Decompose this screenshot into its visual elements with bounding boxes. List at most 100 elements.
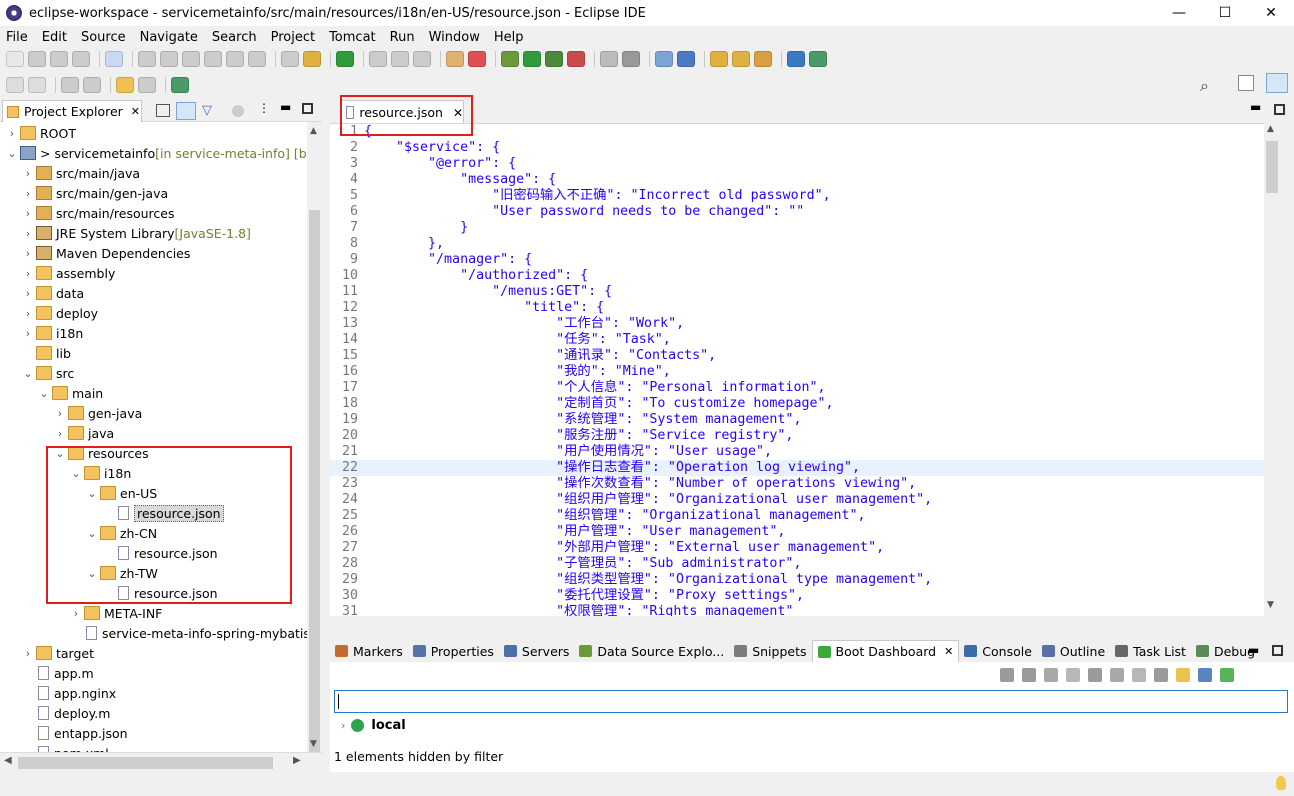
tree-item[interactable]: › ROOT bbox=[0, 123, 306, 143]
tree-item[interactable]: deploy.m bbox=[0, 703, 306, 723]
toolbar-new-icon[interactable] bbox=[6, 51, 24, 67]
menu-navigate[interactable]: Navigate bbox=[133, 30, 205, 45]
minimize-view-icon[interactable]: ▬ bbox=[280, 100, 291, 114]
open-perspective-icon[interactable] bbox=[1238, 75, 1254, 91]
tree-item[interactable]: › gen-java bbox=[0, 403, 306, 423]
dashboard-action-9-icon[interactable] bbox=[1198, 668, 1212, 682]
toolbar-nav-6-icon[interactable] bbox=[116, 77, 134, 93]
maximize-panel-icon[interactable] bbox=[1272, 645, 1283, 656]
toolbar-print-icon[interactable] bbox=[72, 51, 90, 67]
tree-item[interactable]: ⌄ main bbox=[0, 383, 306, 403]
expand-icon[interactable]: › bbox=[22, 307, 34, 320]
code-editor[interactable]: 1{2 "$service": {3 "@error": {4 "message… bbox=[330, 123, 1264, 616]
menu-source[interactable]: Source bbox=[74, 30, 133, 45]
filter-icon[interactable]: ▽ bbox=[202, 103, 212, 118]
tree-item[interactable]: ⌄ src bbox=[0, 363, 306, 383]
tree-item[interactable]: › deploy bbox=[0, 303, 306, 323]
dashboard-action-5-icon[interactable] bbox=[1110, 668, 1124, 682]
collapse-icon[interactable]: ⌄ bbox=[22, 367, 34, 380]
menu-run[interactable]: Run bbox=[383, 30, 422, 45]
toolbar-m-icon[interactable] bbox=[468, 51, 486, 67]
scroll-down-icon[interactable]: ▼ bbox=[1267, 600, 1274, 610]
tip-lightbulb-icon[interactable] bbox=[1276, 776, 1286, 790]
boot-local-node[interactable]: › local bbox=[341, 718, 406, 733]
toolbar-b-icon[interactable] bbox=[160, 51, 178, 67]
scroll-right-icon[interactable]: ▶ bbox=[293, 755, 301, 766]
toolbar-new-class-icon[interactable] bbox=[677, 51, 695, 67]
menu-edit[interactable]: Edit bbox=[35, 30, 74, 45]
java-perspective-icon[interactable] bbox=[1266, 73, 1288, 93]
tree-item[interactable]: › java bbox=[0, 423, 306, 443]
toolbar-d-icon[interactable] bbox=[204, 51, 222, 67]
dashboard-action-8-icon[interactable] bbox=[1176, 668, 1190, 682]
toolbar-external-icon[interactable] bbox=[567, 51, 585, 67]
dashboard-action-6-icon[interactable] bbox=[1132, 668, 1146, 682]
tree-item[interactable]: app.m bbox=[0, 663, 306, 683]
toolbar-nav-1-icon[interactable] bbox=[28, 77, 46, 93]
search-icon[interactable]: ⌕ bbox=[1200, 76, 1209, 96]
tree-item[interactable]: › assembly bbox=[0, 263, 306, 283]
tree-item[interactable]: › META-INF bbox=[0, 603, 306, 623]
toolbar-f-icon[interactable] bbox=[248, 51, 266, 67]
dashboard-action-0-icon[interactable] bbox=[1000, 668, 1014, 682]
toolbar-k-icon[interactable] bbox=[413, 51, 431, 67]
maximize-button[interactable]: ☐ bbox=[1202, 0, 1248, 26]
collapse-icon[interactable]: ⌄ bbox=[38, 387, 50, 400]
explorer-vertical-scrollbar[interactable]: ▲ ▼ bbox=[307, 122, 322, 755]
expand-icon[interactable]: › bbox=[22, 167, 34, 180]
toolbar-debug-icon[interactable] bbox=[501, 51, 519, 67]
explorer-horizontal-scrollbar[interactable]: ◀ ▶ bbox=[0, 752, 322, 772]
expand-icon[interactable]: › bbox=[22, 327, 34, 340]
toolbar-g-icon[interactable] bbox=[281, 51, 299, 67]
view-menu-icon[interactable]: ⋮ bbox=[258, 101, 270, 115]
scroll-left-icon[interactable]: ◀ bbox=[4, 755, 12, 766]
toolbar-nav-3-icon[interactable] bbox=[61, 77, 79, 93]
toolbar-save-icon[interactable] bbox=[28, 51, 46, 67]
close-icon[interactable]: ✕ bbox=[944, 645, 953, 658]
toolbar-run-icon[interactable] bbox=[523, 51, 541, 67]
maximize-editor-icon[interactable] bbox=[1274, 104, 1285, 115]
focus-icon[interactable] bbox=[232, 105, 244, 117]
toolbar-open-type-icon[interactable] bbox=[710, 51, 728, 67]
dashboard-action-3-icon[interactable] bbox=[1066, 668, 1080, 682]
tree-item[interactable]: › src/main/gen-java bbox=[0, 183, 306, 203]
tree-item[interactable]: ⌄ > servicemetainfo [in service-meta-info… bbox=[0, 143, 321, 163]
tree-item[interactable]: app.nginx bbox=[0, 683, 306, 703]
scroll-up-icon[interactable]: ▲ bbox=[1267, 124, 1274, 134]
dashboard-action-10-icon[interactable] bbox=[1220, 668, 1234, 682]
minimize-panel-icon[interactable]: ▬ bbox=[1248, 643, 1259, 657]
scroll-up-icon[interactable]: ▲ bbox=[310, 126, 317, 136]
toolbar-c-icon[interactable] bbox=[182, 51, 200, 67]
expand-icon[interactable]: › bbox=[22, 247, 34, 260]
expand-icon[interactable]: › bbox=[22, 267, 34, 280]
toolbar-j-icon[interactable] bbox=[391, 51, 409, 67]
horizontal-scroll-thumb[interactable] bbox=[18, 757, 273, 769]
tree-item[interactable]: › data bbox=[0, 283, 306, 303]
tab-boot-dashboard[interactable]: Boot Dashboard ✕ bbox=[811, 640, 960, 662]
toolbar-open-task-icon[interactable] bbox=[732, 51, 750, 67]
tree-item[interactable]: › src/main/resources bbox=[0, 203, 306, 223]
toolbar-i-icon[interactable] bbox=[369, 51, 387, 67]
close-icon[interactable]: ✕ bbox=[131, 105, 140, 118]
toolbar-n-icon[interactable] bbox=[622, 51, 640, 67]
boot-dashboard-filter-input[interactable] bbox=[334, 690, 1288, 713]
tab-markers[interactable]: Markers bbox=[330, 640, 408, 662]
expand-icon[interactable]: › bbox=[22, 287, 34, 300]
minimize-editor-icon[interactable]: ▬ bbox=[1250, 100, 1261, 114]
menu-project[interactable]: Project bbox=[264, 30, 322, 45]
menu-help[interactable]: Help bbox=[487, 30, 531, 45]
minimize-button[interactable]: — bbox=[1156, 0, 1202, 26]
dashboard-action-4-icon[interactable] bbox=[1088, 668, 1102, 682]
toolbar-coverage-icon[interactable] bbox=[545, 51, 563, 67]
menu-file[interactable]: File bbox=[0, 30, 35, 45]
dashboard-action-7-icon[interactable] bbox=[1154, 668, 1168, 682]
scroll-thumb[interactable] bbox=[1266, 141, 1278, 193]
menu-tomcat[interactable]: Tomcat bbox=[322, 30, 383, 45]
tree-item[interactable]: entapp.json bbox=[0, 723, 306, 743]
toolbar-new-java-icon[interactable] bbox=[655, 51, 673, 67]
toolbar-nav-7-icon[interactable] bbox=[138, 77, 156, 93]
dashboard-action-1-icon[interactable] bbox=[1022, 668, 1036, 682]
scroll-thumb[interactable] bbox=[309, 210, 320, 755]
toolbar-nav-0-icon[interactable] bbox=[6, 77, 24, 93]
expand-icon[interactable]: › bbox=[22, 187, 34, 200]
